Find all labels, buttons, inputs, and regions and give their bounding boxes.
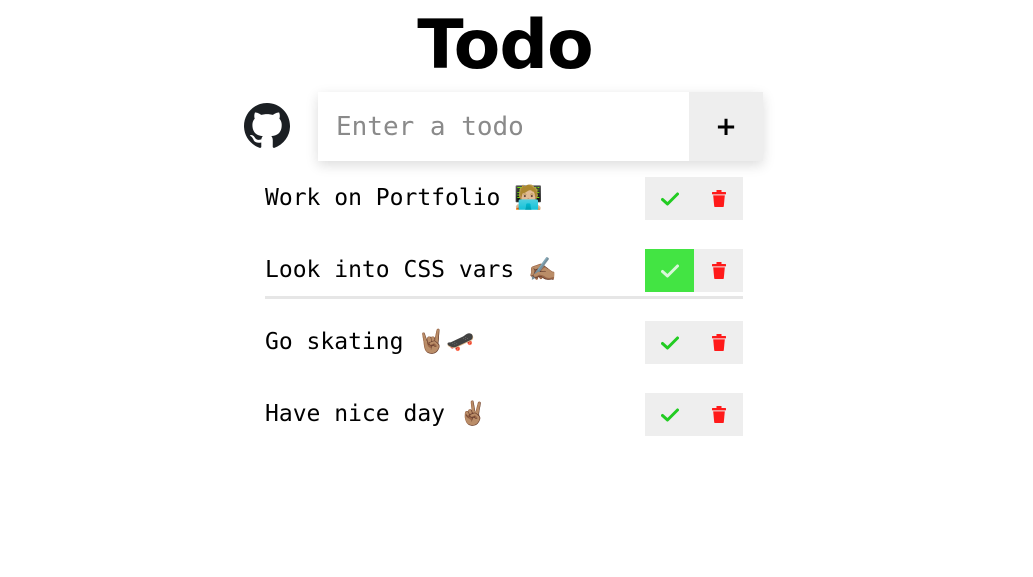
trash-icon (711, 190, 726, 207)
check-icon (660, 264, 679, 277)
complete-button[interactable] (645, 249, 694, 292)
todo-list: Work on Portfolio 🧑🏼‍💻 Look into CSS var… (265, 177, 743, 465)
trash-icon (711, 334, 726, 351)
github-icon[interactable] (244, 103, 290, 149)
todo-text: Go skating 🤘🏽🛹 (265, 329, 475, 355)
trash-icon (711, 262, 726, 279)
add-todo-form: + (318, 92, 763, 161)
delete-button[interactable] (694, 249, 743, 292)
check-icon (660, 336, 679, 349)
todo-input[interactable] (318, 92, 689, 161)
complete-button[interactable] (645, 393, 694, 436)
todo-text: Look into CSS vars ✍🏽 (265, 257, 557, 283)
check-icon (660, 192, 679, 205)
todo-item: Work on Portfolio 🧑🏼‍💻 (265, 177, 743, 220)
todo-item: Go skating 🤘🏽🛹 (265, 321, 743, 364)
delete-button[interactable] (694, 321, 743, 364)
delete-button[interactable] (694, 177, 743, 220)
todo-item: Look into CSS vars ✍🏽 (265, 249, 743, 299)
todo-text: Have nice day ✌🏽 (265, 401, 488, 427)
page-title: Todo (417, 6, 593, 85)
complete-button[interactable] (645, 321, 694, 364)
todo-app: Todo + Work on Portfolio 🧑🏼‍💻 Look into … (0, 0, 1033, 577)
trash-icon (711, 406, 726, 423)
check-icon (660, 408, 679, 421)
todo-item: Have nice day ✌🏽 (265, 393, 743, 436)
todo-text: Work on Portfolio 🧑🏼‍💻 (265, 185, 543, 211)
add-todo-button[interactable]: + (689, 92, 763, 161)
delete-button[interactable] (694, 393, 743, 436)
complete-button[interactable] (645, 177, 694, 220)
